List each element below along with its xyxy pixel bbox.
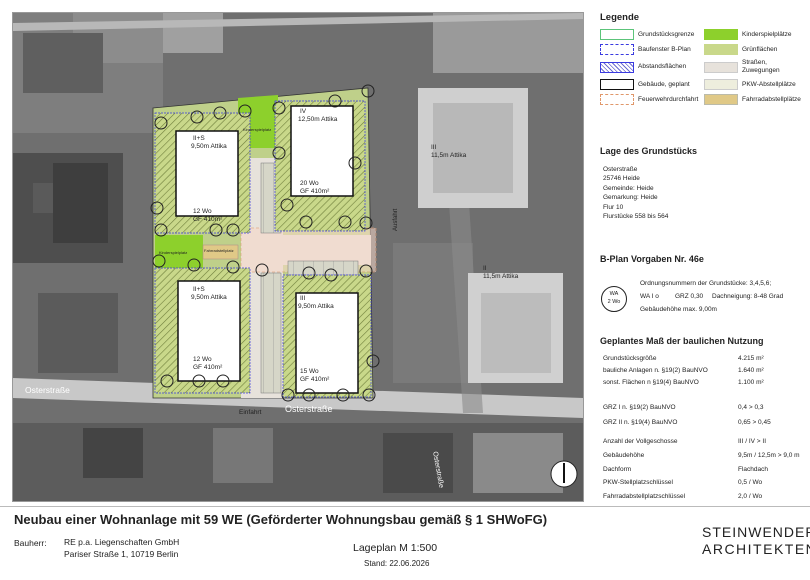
- exit-label: Ausfahrt: [393, 208, 399, 231]
- building-2-height: 12,50m Attika: [298, 116, 338, 123]
- building-2-gf: GF 410m²: [300, 188, 330, 195]
- swatch-feuerwehr: [600, 93, 634, 105]
- plan-scale: Lageplan M 1:500: [353, 542, 438, 554]
- site-plan-map: II+S 9,50m Attika 12 Wo GF 410m² IV 12,5…: [12, 12, 584, 502]
- legend-title: Legende: [600, 12, 640, 23]
- building-1-floors: II+S: [193, 135, 205, 142]
- mass-row-label: bauliche Anlagen n. §19(2) BauNVO: [603, 367, 708, 374]
- bplan-line2b: GRZ 0,30: [675, 293, 704, 300]
- swatch-spiel: [704, 29, 738, 41]
- legend: Legende Grundstücksgrenze Kinderspielplä…: [600, 12, 805, 105]
- legend-item-abstand: Abstandsflächen: [600, 59, 700, 75]
- neighbour-1-floors: III: [431, 144, 437, 151]
- mass-row-value: III / IV > II: [738, 438, 766, 445]
- neighbour-1-height: 11,5m Attika: [431, 152, 467, 159]
- swatch-fahrrad: [704, 93, 738, 105]
- mass-row-label: Fahrradabstellplatzschlüssel: [603, 493, 686, 500]
- legend-item-grenze: Grundstücksgrenze: [600, 29, 700, 41]
- legend-item-baufenster: Baufenster B-Plan: [600, 44, 700, 56]
- mass-row-label: GRZ I n. §19(2) BauNVO: [603, 404, 676, 411]
- logo-line1: STEINWENDER: [702, 524, 810, 540]
- legend-item-gruen: Grünflächen: [704, 44, 804, 56]
- project-title: Neubau einer Wohnanlage mit 59 WE (Geför…: [14, 512, 548, 527]
- bplan-line2a: WA I o: [640, 293, 659, 300]
- playground-label-1: Kinderspielplatz: [243, 127, 272, 132]
- bplan-line2c: Dachneigung: 8-48 Grad: [712, 293, 784, 300]
- legend-item-pkw: PKW-Abstellplätze: [704, 78, 804, 90]
- mass-row-value: 9,5m / 12,5m > 9,0 m: [738, 452, 800, 459]
- neighbour-2-floors: II: [483, 265, 487, 272]
- swatch-gruen: [704, 44, 738, 56]
- playground-label-2: Kinderspielplatz: [159, 250, 188, 255]
- mass-row-value: 2,0 / Wo: [738, 493, 763, 500]
- mass-row-value: Flachdach: [738, 466, 768, 473]
- legend-item-spiel: Kinderspielplätze: [704, 29, 804, 41]
- swatch-baufenster: [600, 44, 634, 56]
- bike-label: Fahrradstellplatz: [204, 248, 234, 253]
- mass-row-value: 0,65 > 0,45: [738, 419, 771, 426]
- bplan-title: B-Plan Vorgaben Nr. 46e: [600, 254, 704, 264]
- bauherr-name: RE p.a. Liegenschaften GmbH: [64, 537, 180, 547]
- building-2-floors: IV: [300, 108, 307, 115]
- lage-title: Lage des Grundstücks: [600, 146, 698, 156]
- mass-row-label: PKW-Stellplatzschlüssel: [603, 479, 673, 486]
- mass-row-value: 0,5 / Wo: [738, 479, 763, 486]
- lage-details: Osterstraße 25746 Heide Gemeinde: Heide …: [603, 166, 669, 221]
- legend-item-gebaeude: Gebäude, geplant: [600, 78, 700, 90]
- bauherr-address: Pariser Straße 1, 10719 Berlin: [64, 549, 179, 559]
- legend-item-strasse: Straßen, Zuwegungen: [704, 59, 804, 75]
- plan-date: Stand: 22.06.2026: [364, 559, 430, 568]
- building-4-gf: GF 410m²: [300, 376, 330, 383]
- mass-row-label: Grundstücksgröße: [603, 355, 657, 362]
- building-1-height: 9,50m Attika: [191, 143, 227, 150]
- swatch-pkw: [704, 78, 738, 90]
- street-label-main: Osterstraße: [285, 404, 333, 414]
- bplan-line3: Gebäudehöhe max. 9,00m: [640, 306, 717, 313]
- building-3-units: 12 Wo: [193, 356, 212, 363]
- swatch-strasse: [704, 61, 738, 73]
- legend-item-fahrrad: Fahrradabstellplätze: [704, 93, 804, 105]
- mass-row-label: sonst. Flächen n §19(4) BauNVO: [603, 379, 699, 386]
- swatch-gebaeude: [600, 78, 634, 90]
- mass-row-label: Dachform: [603, 466, 632, 473]
- mass-row-label: Anzahl der Vollgeschosse: [603, 438, 678, 445]
- building-3-floors: II+S: [193, 286, 205, 293]
- mass-title: Geplantes Maß der baulichen Nutzung: [600, 336, 764, 346]
- building-3-height: 9,50m Attika: [191, 294, 227, 301]
- building-3-gf: GF 410m²: [193, 364, 223, 371]
- mass-row-label: GRZ II n. §19(4) BauNVO: [603, 419, 678, 426]
- mass-row-value: 1.640 m²: [738, 367, 764, 374]
- building-4-height: 9,50m Attika: [298, 303, 334, 310]
- building-2-units: 20 Wo: [300, 180, 319, 187]
- entry-label: Einfahrt: [239, 409, 262, 416]
- neighbour-2-height: 11,5m Attika: [483, 273, 519, 280]
- legend-item-feuerwehr: Feuerwehrdurchfahrt: [600, 93, 700, 105]
- building-4-units: 15 Wo: [300, 368, 319, 375]
- bplan-line1: Ordnungsnummern der Grundstücke: 3,4,5,6…: [640, 280, 772, 287]
- mass-row-value: 1.100 m²: [738, 379, 764, 386]
- bauherr-label: Bauherr:: [14, 538, 47, 548]
- mass-row-label: Gebäudehöhe: [603, 452, 645, 459]
- mass-row-value: 0,4 > 0,3: [738, 404, 764, 411]
- mass-row-value: 4.215 m²: [738, 355, 764, 362]
- street-label-left: Osterstraße: [25, 385, 70, 395]
- building-1-units: 12 Wo: [193, 208, 212, 215]
- building-1-gf: GF 410m²: [193, 216, 223, 223]
- building-4-floors: III: [300, 295, 306, 302]
- bplan-symbol: WA 2 Wo: [601, 286, 627, 312]
- swatch-grenze: [600, 29, 634, 41]
- logo-line2: ARCHITEKTEN: [702, 541, 810, 557]
- swatch-abstand: [600, 61, 634, 73]
